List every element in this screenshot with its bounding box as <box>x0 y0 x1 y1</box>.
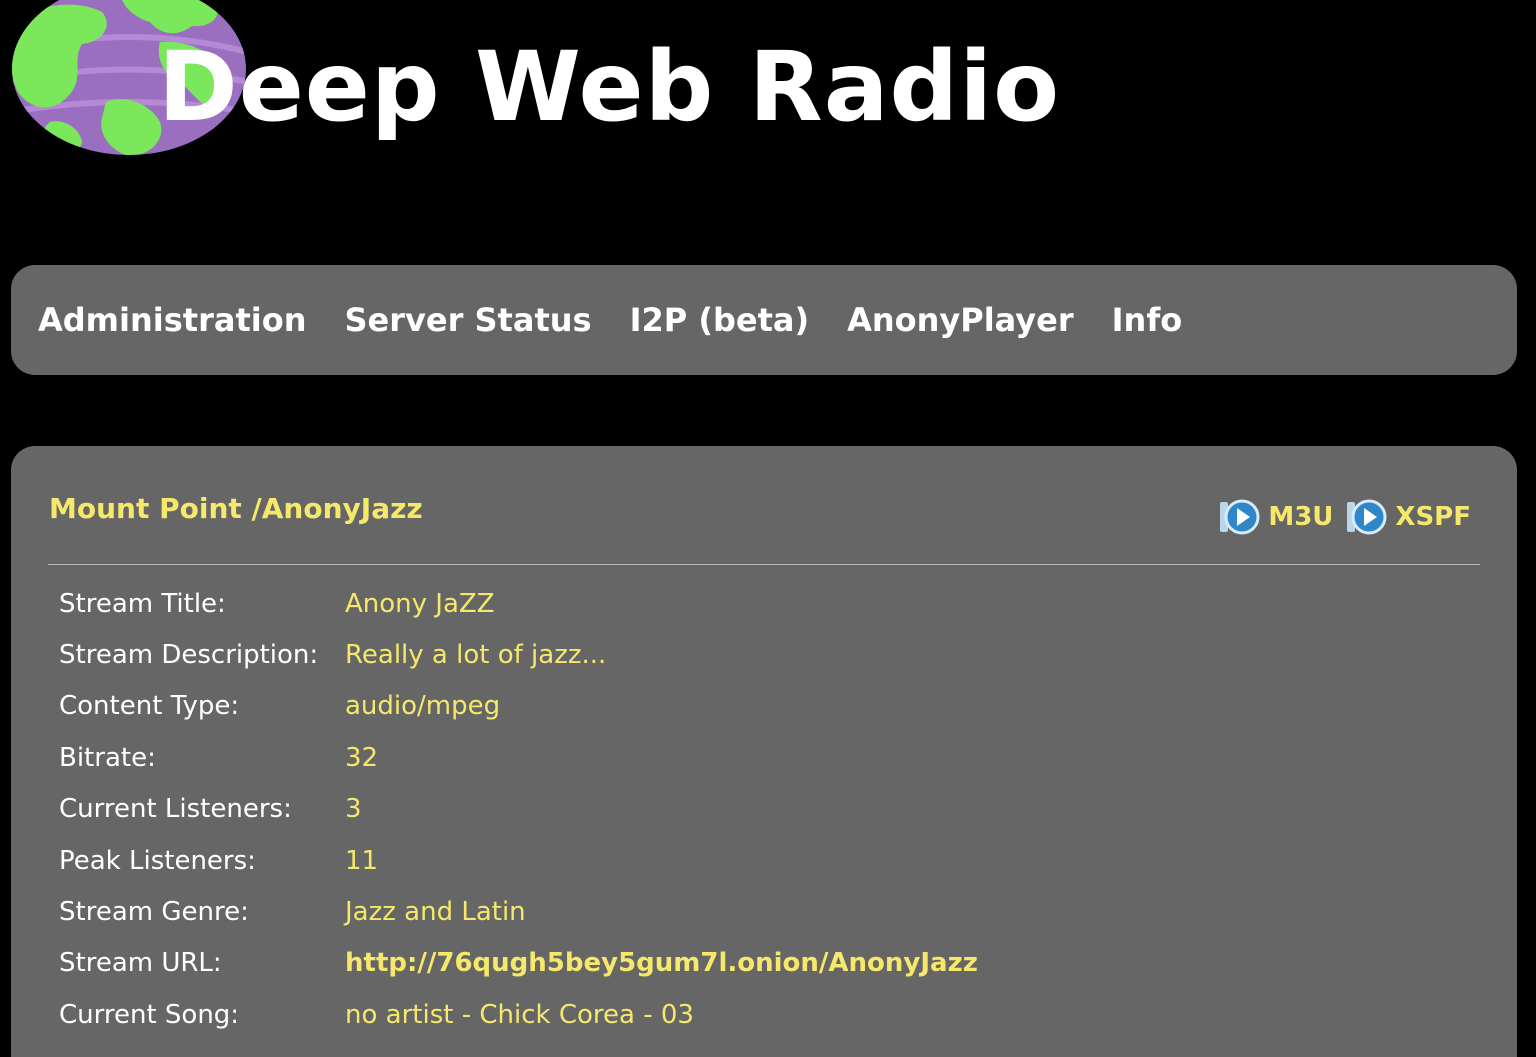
stream-url-label: Stream URL: <box>59 948 222 979</box>
play-icon <box>1347 499 1387 535</box>
xspf-label: XSPF <box>1395 502 1471 532</box>
table-row: Stream Title: Anony JaZZ <box>59 578 978 629</box>
stream-genre-value: Jazz and Latin <box>345 897 526 928</box>
nav-anonyplayer[interactable]: AnonyPlayer <box>847 301 1074 339</box>
bitrate-value: 32 <box>345 742 379 773</box>
nav-server-status[interactable]: Server Status <box>344 301 591 339</box>
mount-title: Mount Point /AnonyJazz <box>49 492 423 525</box>
table-row: Current Song: no artist - Chick Corea - … <box>59 989 978 1040</box>
current-song-value: no artist - Chick Corea - 03 <box>345 999 694 1030</box>
play-icon <box>1220 499 1260 535</box>
mount-panel: Mount Point /AnonyJazz M3U XSPF Stream T… <box>11 446 1517 1057</box>
table-row: Current Listeners: 3 <box>59 784 978 835</box>
peak-listeners-label: Peak Listeners: <box>59 845 256 876</box>
table-row: Bitrate: 32 <box>59 732 978 783</box>
stream-title-value: Anony JaZZ <box>345 588 495 619</box>
current-listeners-label: Current Listeners: <box>59 794 292 825</box>
stream-title-label: Stream Title: <box>59 588 226 619</box>
stream-url-cell: http://76qugh5bey5gum7l.onion/AnonyJazz <box>345 938 978 989</box>
table-row: Stream Description: Really a lot of jazz… <box>59 629 978 680</box>
divider <box>48 564 1480 565</box>
table-row: Content Type: audio/mpeg <box>59 681 978 732</box>
nav-administration[interactable]: Administration <box>38 301 306 339</box>
peak-listeners-value: 11 <box>345 845 379 876</box>
xspf-link[interactable]: XSPF <box>1345 496 1471 538</box>
m3u-label: M3U <box>1268 502 1334 532</box>
stream-url-link[interactable]: http://76qugh5bey5gum7l.onion/AnonyJazz <box>345 948 978 978</box>
content-type-value: audio/mpeg <box>345 691 501 722</box>
table-row: Peak Listeners: 11 <box>59 835 978 886</box>
m3u-link[interactable]: M3U <box>1218 496 1333 538</box>
stream-genre-label: Stream Genre: <box>59 897 249 928</box>
page: Deep Web Radio Administration Server Sta… <box>0 0 1536 1057</box>
table-row: Stream URL: http://76qugh5bey5gum7l.onio… <box>59 938 978 989</box>
current-song-label: Current Song: <box>59 999 240 1030</box>
stream-info-table: Stream Title: Anony JaZZ Stream Descript… <box>59 578 978 1041</box>
nav-info[interactable]: Info <box>1112 301 1183 339</box>
content-type-label: Content Type: <box>59 691 240 722</box>
playlist-links: M3U XSPF <box>1206 496 1471 538</box>
main-nav: Administration Server Status I2P (beta) … <box>11 265 1517 375</box>
bitrate-label: Bitrate: <box>59 742 156 773</box>
site-title: Deep Web Radio <box>158 31 1061 143</box>
stream-description-label: Stream Description: <box>59 640 319 671</box>
current-listeners-value: 3 <box>345 794 362 825</box>
nav-i2p-beta[interactable]: I2P (beta) <box>630 301 810 339</box>
stream-description-value: Really a lot of jazz... <box>345 640 607 671</box>
table-row: Stream Genre: Jazz and Latin <box>59 886 978 937</box>
